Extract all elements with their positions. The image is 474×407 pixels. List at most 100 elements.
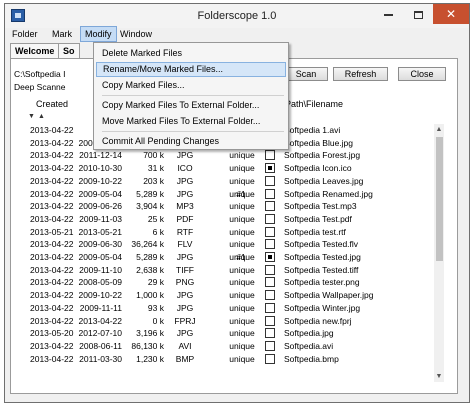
mark-checkbox[interactable] [265,201,275,212]
menu-item-commit-changes[interactable]: Commit All Pending Changes [96,134,286,149]
table-row[interactable]: 2013-04-22 2009-10-22 1,000 k JPG unique Soft… [0,289,474,301]
cell-filename: Softpedia Test.pdf [284,213,352,224]
cell-created: 2013-04-22 [30,213,74,224]
mark-checkbox[interactable] [265,150,275,161]
mark-checkbox[interactable] [265,340,275,351]
mark-checkbox[interactable] [265,188,275,199]
close-window-button[interactable]: ✕ [433,4,469,24]
cell-created: 2013-04-22 [30,175,74,186]
cell-unique: unique [229,277,255,288]
cell-modified: 2012-07-10 [78,328,122,339]
cell-modified: 2013-04-22 [78,315,122,326]
cell-ext: JPG [176,302,194,313]
cell-unique: unique [229,328,255,339]
cell-filename: Softpedia Test.mp3 [284,201,357,212]
table-row[interactable]: 2013-04-22 2009-05-04 5,289 k JPG unique #1 So… [0,251,474,263]
cell-ext: JPG [176,150,194,161]
cell-size: 3,196 k [136,328,164,339]
scroll-up-icon[interactable]: ▲ [434,125,444,135]
scan-button[interactable]: Scan [284,67,328,81]
table-row[interactable]: 2013-04-22 2011-12-14 700 k JPG unique Softpe… [0,149,474,161]
cell-created: 2013-04-22 [30,302,74,313]
tab-welcome[interactable]: Welcome [10,43,60,59]
cell-created: 2013-04-22 [30,353,74,364]
table-row[interactable]: 2013-04-22 2009-11-10 2,638 k TIFF unique Sof… [0,264,474,276]
cell-modified: 2010-10-30 [78,163,122,174]
cell-modified: 2008-05-09 [78,277,122,288]
cell-ext: FLV [177,239,193,250]
cell-size: 86,130 k [131,340,164,351]
cell-filename: Softpedia Renamed.jpg [284,188,373,199]
table-row[interactable]: 2013-04-22 2009-11-03 25 k PDF unique Softped… [0,213,474,225]
mark-checkbox[interactable] [265,163,275,174]
mark-checkbox[interactable] [265,264,275,275]
close-button[interactable]: Close [398,67,446,81]
mark-checkbox[interactable] [265,315,275,326]
cell-modified: 2009-05-04 [78,252,122,262]
mark-checkbox[interactable] [265,239,275,250]
mark-checkbox[interactable] [265,290,275,301]
refresh-button[interactable]: Refresh [333,67,388,81]
mark-checkbox[interactable] [265,277,275,288]
maximize-button[interactable] [404,4,432,24]
cell-size: 2,638 k [136,264,164,275]
table-row[interactable]: 2013-05-21 2013-05-21 6 k RTF unique Softpedi… [0,226,474,238]
table-row[interactable]: 2013-04-22 2009-06-26 3,904 k MP3 unique Soft… [0,200,474,212]
table-row[interactable]: 2013-04-22 2010-10-30 31 k ICO unique Softped… [0,162,474,174]
mark-checkbox[interactable] [265,226,275,237]
menu-item-rename-move-marked[interactable]: Rename/Move Marked Files... [96,62,286,77]
cell-ext: AVI [178,340,192,351]
cell-filename: Softpedia new.fprj [284,315,352,326]
cell-filename: Softpedia 1.avi [284,125,341,135]
table-row[interactable]: 2013-04-22 2011-03-30 1,230 k BMP unique Soft… [0,353,474,365]
table-row[interactable]: 2013-04-22 2008-06-11 86,130 k AVI unique Sof… [0,340,474,352]
cell-unique: unique [229,213,255,224]
cell-unique: unique [229,353,255,364]
table-row[interactable]: 2013-04-22 2009-05-04 5,289 k JPG unique #1 So… [0,188,474,200]
sort-asc-icon[interactable]: ▲ [38,113,45,120]
menu-item-copy-marked[interactable]: Copy Marked Files... [96,78,286,93]
cell-created: 2013-04-22 [30,163,74,174]
scroll-down-icon[interactable]: ▼ [434,372,444,382]
table-row[interactable]: 2013-05-20 2012-07-10 3,196 k JPG unique Soft… [0,327,474,339]
mark-checkbox[interactable] [265,252,275,262]
menu-folder[interactable]: Folder [8,26,42,42]
cell-created: 2013-04-22 [30,201,74,212]
sort-desc-icon[interactable]: ▼ [28,113,35,120]
cell-ext: BMP [175,353,195,364]
table-row[interactable]: 2013-04-22 2009-11-11 93 k JPG unique Softped… [0,302,474,314]
table-row[interactable]: 2013-04-22 2009-06-30 36,264 k FLV unique Sof… [0,238,474,250]
cell-ext: JPG [176,175,194,186]
column-header-path[interactable]: Path\Filename [285,98,343,110]
cell-ext: TIFF [176,264,194,275]
folder-path-field[interactable]: C:\Softpedia I [14,68,66,80]
cell-created: 2013-04-22 [30,150,74,161]
menu-window[interactable]: Window [116,26,156,42]
table-row[interactable]: 2013-04-22 2008-05-09 29 k PNG unique Softped… [0,276,474,288]
menu-item-move-external[interactable]: Move Marked Files To External Folder... [96,114,286,129]
cell-size: 31 k [147,163,164,174]
minimize-button[interactable] [374,4,402,24]
table-row[interactable]: 2013-04-22 2013-04-22 0 k FPRJ unique Softped… [0,315,474,327]
menu-mark[interactable]: Mark [48,26,76,42]
scan-mode-field[interactable]: Deep Scanne [14,81,66,93]
mark-checkbox[interactable] [265,175,275,186]
mark-checkbox[interactable] [265,213,275,224]
cell-filename: Softpedia Blue.jpg [284,137,353,148]
cell-size: 5,289 k [136,188,164,199]
column-header-created[interactable]: Created [36,98,68,110]
mark-checkbox[interactable] [265,328,275,339]
menu-modify[interactable]: Modify [80,26,117,42]
cell-created: 2013-04-22 [30,137,74,148]
menu-item-copy-external[interactable]: Copy Marked Files To External Folder... [96,98,286,113]
menu-item-delete-marked[interactable]: Delete Marked Files [96,46,286,61]
scrollbar-thumb[interactable] [436,137,443,261]
cell-size: 3,904 k [136,201,164,212]
cell-created: 2013-05-21 [30,226,74,237]
tab-softpedia[interactable]: So [58,43,80,59]
mark-checkbox[interactable] [265,353,275,364]
table-row[interactable]: 2013-04-22 2009-10-22 203 k JPG unique Softpe… [0,175,474,187]
cell-created: 2013-04-22 [30,315,74,326]
mark-checkbox[interactable] [265,302,275,313]
cell-created: 2013-04-22 [30,252,74,262]
